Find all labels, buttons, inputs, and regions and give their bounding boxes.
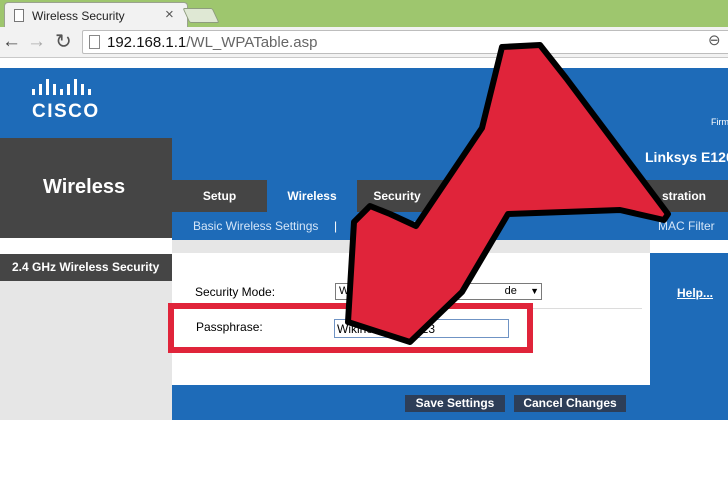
sub-tabs: Basic Wireless Settings | Wireless Se MA… [172,212,728,240]
reload-icon[interactable]: ↻ [55,31,72,53]
main-tabs: Setup Wireless Security stration [172,180,728,212]
back-arrow-icon[interactable]: ← [2,31,21,53]
cancel-changes-button[interactable]: Cancel Changes [514,395,626,412]
cisco-wordmark: CISCO [32,101,100,122]
subtab-separator: | [334,219,338,233]
subtab-basic-wireless-settings[interactable]: Basic Wireless Settings [193,219,318,233]
passphrase-highlight [168,303,533,353]
tab-title: Wireless Security [32,9,125,23]
left-spacer [0,238,172,254]
browser-toolbar: ← → ↻ 192.168.1.1/WL_WPATable.asp ⊖ [0,27,728,58]
new-tab-button[interactable] [182,8,220,23]
firmware-label: Firm [711,117,728,127]
left-column-background [0,281,172,420]
security-mode-label: Security Mode: [195,285,276,299]
help-panel [650,253,728,420]
forward-arrow-icon[interactable]: → [27,31,46,53]
band-title-box: 2.4 GHz Wireless Security [0,254,172,281]
page-icon [14,9,24,22]
page-icon [89,35,100,49]
browser-tab-active[interactable]: Wireless Security × [4,2,188,28]
url-path: /WL_WPATable.asp [186,34,318,51]
help-link[interactable]: Help... [677,286,713,300]
subtab-mac-filter[interactable]: MAC Filter [658,219,715,233]
cisco-logo: CISCO [26,77,110,122]
router-header: CISCO [0,68,728,138]
tab-administration[interactable]: stration [640,180,728,212]
band-title: 2.4 GHz Wireless Security [12,260,160,274]
security-mode-value: WPA2/WF [339,285,390,297]
dropdown-arrow-icon: ▼ [530,286,539,296]
tab-wireless[interactable]: Wireless [267,180,357,212]
close-tab-icon[interactable]: × [165,6,174,23]
page-bottom [0,420,728,477]
tab-setup[interactable]: Setup [172,180,267,212]
subtab-wireless-security[interactable]: Wireless Se [360,219,424,233]
save-settings-button[interactable]: Save Settings [405,395,505,412]
security-mode-select[interactable]: WPA2/WF de ▼ [335,283,542,300]
settings-panel-top [172,240,650,253]
tab-strip: Wireless Security × [0,0,728,28]
tab-security[interactable]: Security [357,180,437,212]
security-mode-value-tail: de [504,285,517,297]
address-bar[interactable]: 192.168.1.1/WL_WPATable.asp [82,30,728,54]
url-host: 192.168.1.1 [107,34,187,51]
product-name: Linksys E120 [645,149,728,165]
product-bar: Linksys E120 [172,138,728,180]
url-text: 192.168.1.1/WL_WPATable.asp [107,34,317,51]
section-heading-box: Wireless [0,138,172,238]
zoom-icon[interactable]: ⊖ [708,31,721,49]
section-heading: Wireless [43,176,126,198]
